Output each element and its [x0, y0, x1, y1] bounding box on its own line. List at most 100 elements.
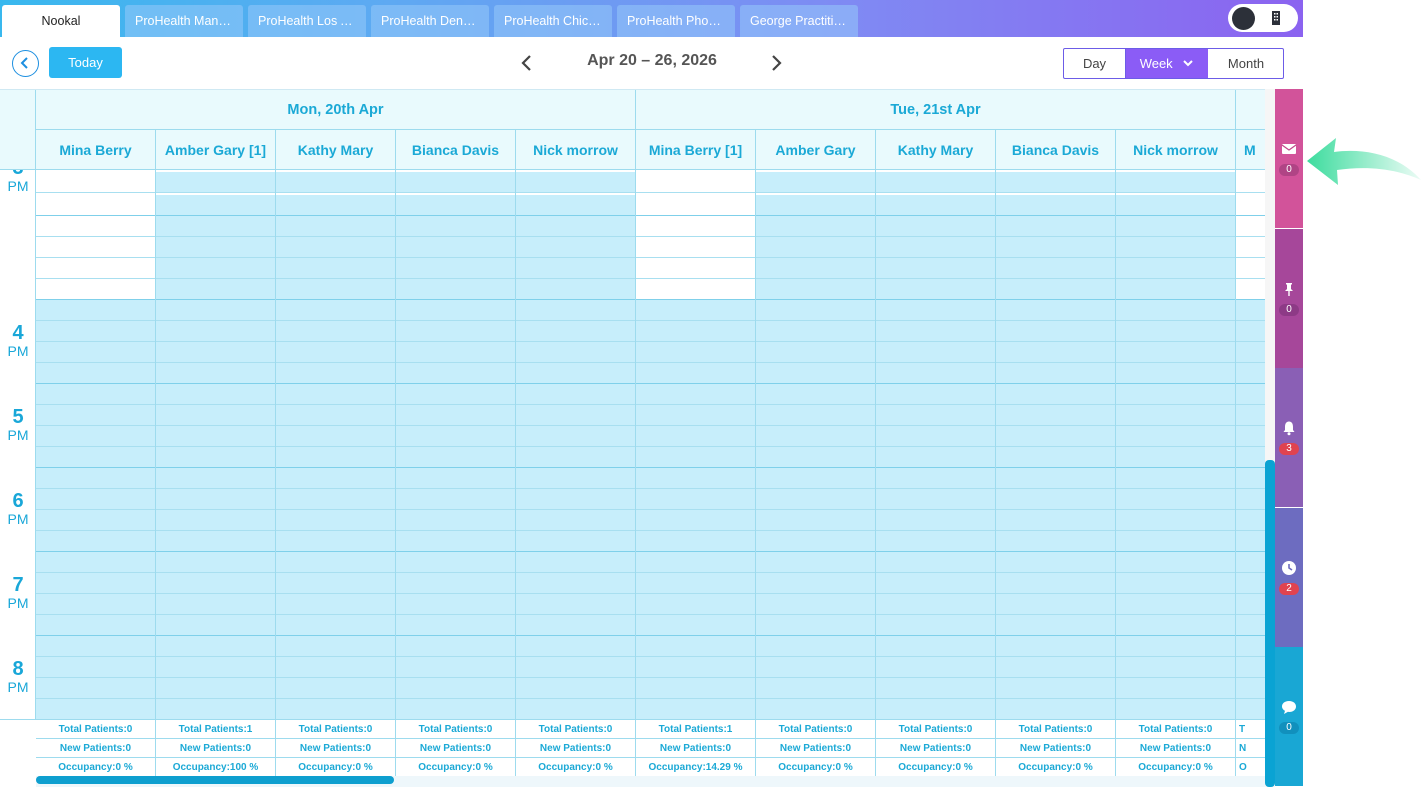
time-slot[interactable]	[756, 405, 875, 426]
time-slot[interactable]	[1116, 258, 1235, 279]
time-slot[interactable]	[276, 321, 395, 342]
time-slot[interactable]	[156, 172, 275, 193]
time-slot[interactable]	[636, 321, 755, 342]
time-slot[interactable]	[1236, 510, 1265, 531]
time-slot[interactable]	[276, 678, 395, 699]
side-panel-pin-button[interactable]: 0	[1275, 228, 1303, 368]
time-slot[interactable]	[756, 678, 875, 699]
time-slot[interactable]	[516, 300, 635, 321]
time-slot[interactable]	[756, 657, 875, 678]
time-slot[interactable]	[756, 172, 875, 193]
time-slot[interactable]	[636, 657, 755, 678]
time-slot[interactable]	[396, 699, 515, 720]
time-slot[interactable]	[1116, 636, 1235, 657]
time-slot[interactable]	[1236, 363, 1265, 384]
time-slot[interactable]	[156, 510, 275, 531]
tab-prohealth-chicago[interactable]: ProHealth Chica...	[494, 5, 612, 37]
time-slot[interactable]	[636, 615, 755, 636]
time-slot[interactable]	[636, 384, 755, 405]
time-slot[interactable]	[876, 321, 995, 342]
time-slot[interactable]	[1236, 216, 1265, 237]
time-slot[interactable]	[156, 594, 275, 615]
time-slot[interactable]	[1116, 594, 1235, 615]
time-slot[interactable]	[36, 216, 155, 237]
time-slot[interactable]	[1116, 426, 1235, 447]
time-slot[interactable]	[396, 657, 515, 678]
time-slot[interactable]	[276, 468, 395, 489]
time-slot[interactable]	[996, 552, 1115, 573]
time-slot[interactable]	[996, 594, 1115, 615]
time-slot[interactable]	[276, 636, 395, 657]
time-slot[interactable]	[756, 426, 875, 447]
time-slot[interactable]	[156, 573, 275, 594]
time-slot[interactable]	[396, 636, 515, 657]
time-slot[interactable]	[876, 594, 995, 615]
time-slot[interactable]	[396, 615, 515, 636]
time-slot[interactable]	[156, 447, 275, 468]
time-slot[interactable]	[1236, 615, 1265, 636]
time-slot[interactable]	[156, 552, 275, 573]
today-button[interactable]: Today	[49, 47, 122, 78]
practitioner-header[interactable]: Amber Gary [1]	[156, 130, 276, 170]
time-slot[interactable]	[636, 405, 755, 426]
time-slot[interactable]	[996, 300, 1115, 321]
time-slot[interactable]	[36, 468, 155, 489]
time-slot[interactable]	[516, 195, 635, 216]
practitioner-header[interactable]: Kathy Mary	[276, 130, 396, 170]
time-slot[interactable]	[756, 384, 875, 405]
time-slot[interactable]	[516, 594, 635, 615]
time-slot[interactable]	[36, 699, 155, 720]
time-slot[interactable]	[36, 531, 155, 552]
time-slot[interactable]	[756, 363, 875, 384]
time-slot[interactable]	[876, 468, 995, 489]
time-slot[interactable]	[996, 531, 1115, 552]
time-slot[interactable]	[1116, 363, 1235, 384]
time-slot[interactable]	[1116, 172, 1235, 193]
practitioner-header[interactable]: Bianca Davis	[396, 130, 516, 170]
time-slot[interactable]	[876, 573, 995, 594]
time-slot[interactable]	[636, 195, 755, 216]
time-slot[interactable]	[516, 489, 635, 510]
time-slot[interactable]	[1236, 489, 1265, 510]
time-slot[interactable]	[1236, 699, 1265, 720]
time-slot[interactable]	[396, 678, 515, 699]
tab-prohealth-manhattan[interactable]: ProHealth Manh...	[125, 5, 243, 37]
time-slot[interactable]	[156, 699, 275, 720]
time-slot[interactable]	[276, 363, 395, 384]
back-button[interactable]	[12, 50, 39, 77]
time-slot[interactable]	[636, 237, 755, 258]
time-slot[interactable]	[1236, 405, 1265, 426]
time-slot[interactable]	[876, 384, 995, 405]
time-slot[interactable]	[756, 321, 875, 342]
time-slot[interactable]	[996, 363, 1115, 384]
time-slot[interactable]	[1116, 510, 1235, 531]
time-slot[interactable]	[756, 594, 875, 615]
time-slot[interactable]	[876, 552, 995, 573]
time-slot[interactable]	[996, 195, 1115, 216]
time-slot[interactable]	[1116, 279, 1235, 300]
time-slot[interactable]	[1236, 342, 1265, 363]
time-slot[interactable]	[36, 172, 155, 193]
time-slot[interactable]	[516, 678, 635, 699]
time-slot[interactable]	[876, 300, 995, 321]
tab-prohealth-los-angeles[interactable]: ProHealth Los A...	[248, 5, 366, 37]
time-slot[interactable]	[1116, 552, 1235, 573]
time-slot[interactable]	[276, 699, 395, 720]
time-slot[interactable]	[876, 258, 995, 279]
time-slot[interactable]	[636, 552, 755, 573]
time-slot[interactable]	[516, 279, 635, 300]
practitioner-header[interactable]: Nick morrow	[516, 130, 636, 170]
time-slot[interactable]	[1116, 300, 1235, 321]
time-slot[interactable]	[156, 426, 275, 447]
time-slot[interactable]	[516, 216, 635, 237]
time-slot[interactable]	[36, 615, 155, 636]
time-slot[interactable]	[756, 237, 875, 258]
time-slot[interactable]	[1116, 321, 1235, 342]
time-slot[interactable]	[876, 195, 995, 216]
time-slot[interactable]	[1236, 300, 1265, 321]
time-slot[interactable]	[1116, 195, 1235, 216]
time-slot[interactable]	[1236, 237, 1265, 258]
time-slot[interactable]	[276, 531, 395, 552]
time-slot[interactable]	[276, 552, 395, 573]
practitioner-header[interactable]: Bianca Davis	[996, 130, 1116, 170]
